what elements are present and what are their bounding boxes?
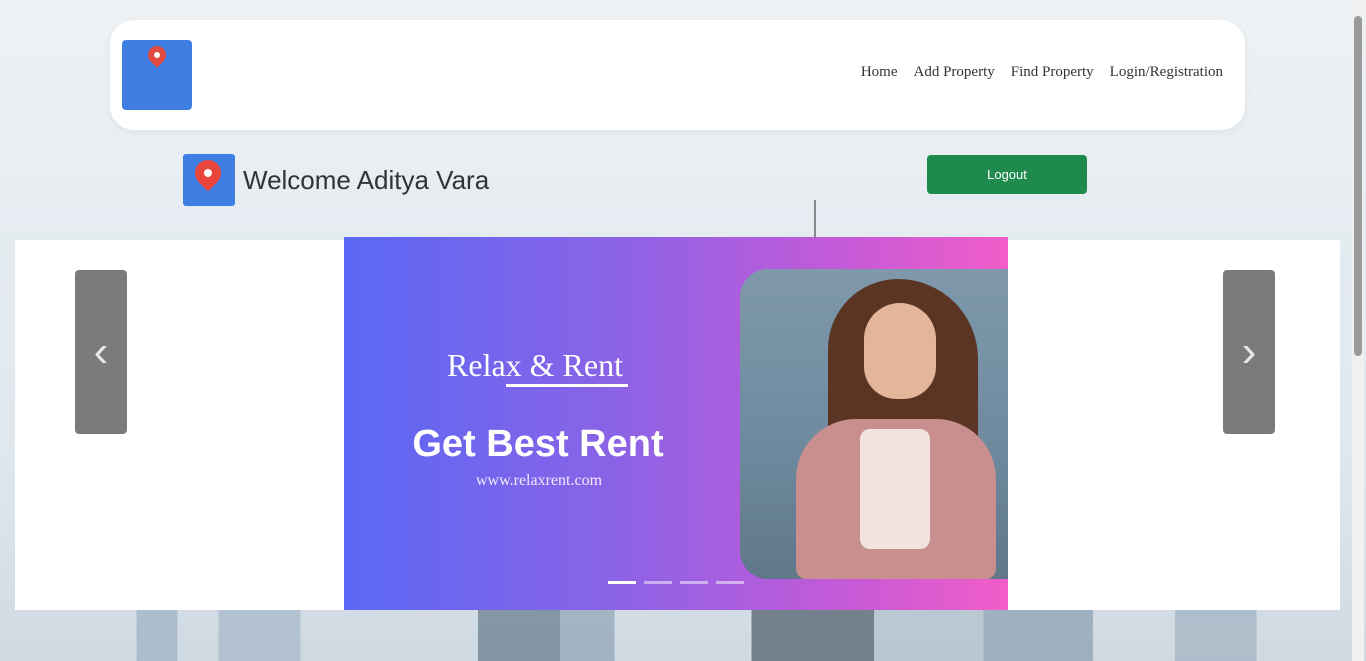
- map-pin-icon: [189, 154, 227, 192]
- logout-button[interactable]: Logout: [927, 155, 1087, 194]
- navbar: Home Add Property Find Property Login/Re…: [110, 20, 1245, 130]
- city-background: [0, 601, 1366, 661]
- chevron-right-icon: ›: [1241, 327, 1257, 376]
- carousel-indicator[interactable]: [644, 581, 672, 584]
- welcome-bar: Welcome Aditya Vara: [183, 153, 489, 207]
- photo-face: [864, 303, 936, 399]
- welcome-text: Welcome Aditya Vara: [243, 164, 490, 195]
- carousel-slide: Relax & Rent Get Best Rent www.relaxrent…: [344, 237, 1008, 610]
- nav-links: Home Add Property Find Property Login/Re…: [861, 64, 1223, 81]
- slide-headline: Get Best Rent: [412, 423, 664, 465]
- carousel-indicators: [608, 581, 744, 584]
- welcome-logo: [183, 154, 235, 206]
- carousel-indicator[interactable]: [680, 581, 708, 584]
- brand-logo[interactable]: [122, 40, 192, 110]
- photo-top: [860, 429, 930, 549]
- scrollbar-thumb[interactable]: [1354, 16, 1362, 356]
- slide-brand: Relax & Rent: [447, 347, 623, 383]
- slide-url: www.relaxrent.com: [475, 472, 603, 489]
- nav-login-registration-link[interactable]: Login/Registration: [1110, 64, 1223, 81]
- slide-photo: [740, 269, 1008, 579]
- map-pin-icon: [144, 42, 170, 68]
- carousel-next-button[interactable]: ›: [1223, 270, 1275, 434]
- chevron-left-icon: ‹: [93, 327, 109, 376]
- nav-home-link[interactable]: Home: [861, 64, 898, 81]
- carousel-prev-button[interactable]: ‹: [75, 270, 127, 434]
- nav-find-property-link[interactable]: Find Property: [1011, 64, 1094, 81]
- carousel-indicator[interactable]: [608, 581, 636, 584]
- carousel-indicator[interactable]: [716, 581, 744, 584]
- slide-brand-underline: [506, 384, 628, 387]
- page-scrollbar[interactable]: [1352, 0, 1364, 661]
- nav-add-property-link[interactable]: Add Property: [914, 64, 995, 81]
- divider: [814, 200, 816, 240]
